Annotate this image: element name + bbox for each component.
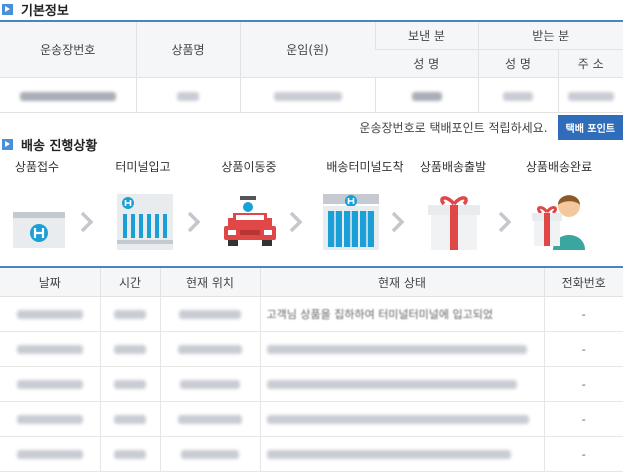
phone-value: - xyxy=(543,436,623,472)
basic-info-row xyxy=(0,77,623,113)
chevron-right-icon xyxy=(80,211,94,233)
table-row: 고객님 상품을 집하하여 터미널터미널에 입고되었 - xyxy=(0,296,623,332)
section-bullet-icon xyxy=(2,3,13,15)
point-message: 운송장번호로 택배포인트 적립하세요. xyxy=(359,121,548,135)
chevron-right-icon xyxy=(187,211,201,233)
header-sender: 보낸 분 xyxy=(374,21,478,50)
section-bullet-icon xyxy=(2,138,13,150)
progress-steps: 상품접수 터미널입고 상품이동중 배송터미널도착 상품배송출발 상품배송완료 xyxy=(0,158,623,258)
phone-value: - xyxy=(543,331,623,367)
header-product: 상품명 xyxy=(135,21,240,78)
fare-value xyxy=(239,77,375,113)
truck-moving-icon xyxy=(224,196,276,246)
delivered-person-icon xyxy=(532,195,585,250)
sender-name-value xyxy=(374,77,478,113)
phone-value: - xyxy=(543,296,623,332)
header-receiver: 받는 분 xyxy=(477,21,623,50)
table-row: - xyxy=(0,401,623,437)
package-received-icon xyxy=(13,212,65,248)
progress-title-text: 배송 진행상황 xyxy=(21,138,98,154)
product-value xyxy=(135,77,240,113)
phone-value: - xyxy=(543,366,623,402)
table-row: - xyxy=(0,436,623,472)
receiver-address-value xyxy=(557,77,623,113)
terminal-in-icon xyxy=(117,194,173,250)
step-label-terminal-in: 터미널입고 xyxy=(115,160,171,174)
table-row: - xyxy=(0,331,623,367)
header-location: 현재 위치 xyxy=(159,267,260,297)
point-row: 운송장번호로 택배포인트 적립하세요. 택배 포인트 xyxy=(359,115,623,140)
delivery-point-button[interactable]: 택배 포인트 xyxy=(557,115,623,140)
tracking-table: 날짜 시간 현재 위치 현재 상태 전화번호 고객님 상품을 집하하여 터미널터… xyxy=(0,266,623,472)
header-fare: 운임(원) xyxy=(239,21,375,78)
header-status: 현재 상태 xyxy=(259,267,544,297)
waybill-value xyxy=(0,77,136,113)
chevron-right-icon xyxy=(391,211,405,233)
step-label-out-for-delivery: 상품배송출발 xyxy=(419,160,487,174)
step-label-moving: 상품이동중 xyxy=(221,160,277,174)
gift-box-icon xyxy=(428,196,480,250)
basic-info-title: 기본정보 xyxy=(2,0,69,19)
receiver-name-value xyxy=(477,77,558,113)
header-receiver-name: 성 명 xyxy=(477,49,558,78)
step-label-received: 상품접수 xyxy=(14,160,60,174)
header-phone: 전화번호 xyxy=(543,267,623,297)
progress-title: 배송 진행상황 xyxy=(2,135,98,154)
phone-value: - xyxy=(543,401,623,437)
basic-info-title-text: 기본정보 xyxy=(21,3,69,19)
step-label-delivered: 상품배송완료 xyxy=(525,160,593,174)
header-receiver-address: 주 소 xyxy=(557,49,623,78)
header-time: 시간 xyxy=(99,267,160,297)
destination-terminal-icon xyxy=(323,194,379,250)
header-waybill: 운송장번호 xyxy=(0,21,136,78)
header-sender-name: 성 명 xyxy=(375,49,478,78)
table-row: - xyxy=(0,366,623,402)
header-date: 날짜 xyxy=(0,267,100,297)
chevron-right-icon xyxy=(289,211,303,233)
chevron-right-icon xyxy=(498,211,512,233)
basic-info-table: 운송장번호 상품명 운임(원) 보낸 분 받는 분 성 명 성 명 주 소 xyxy=(0,20,623,113)
status-text: 고객님 상품을 집하하여 터미널터미널에 입고되었 xyxy=(266,308,494,321)
